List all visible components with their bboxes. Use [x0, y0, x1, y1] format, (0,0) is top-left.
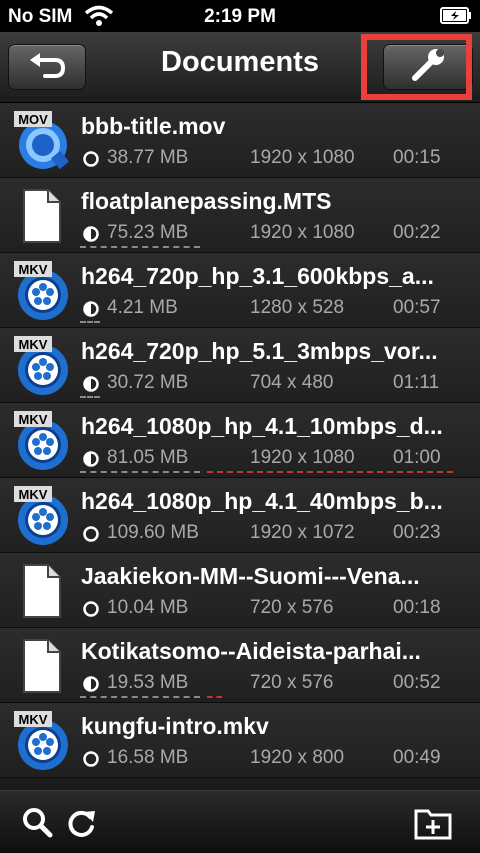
file-icon-badge: MKV — [19, 712, 48, 727]
file-size: 30.72 MB — [107, 372, 189, 393]
file-row[interactable]: MKV h264_1080p_hp_4.1_10mbps_d... 81.05 MB… — [0, 403, 480, 478]
playback-progress-underline — [80, 696, 200, 701]
playback-progress-underline — [80, 321, 100, 326]
file-row[interactable]: MKV h264_1080p_hp_4.1_40mbps_b... 109.60 M… — [0, 478, 480, 553]
file-resolution: 1280 x 528 — [250, 297, 345, 318]
status-bar: No SIM 2:19 PM — [0, 0, 480, 32]
playback-progress-underline — [207, 696, 222, 701]
doc-file-icon — [10, 186, 72, 246]
file-name: Jaakiekon-MM--Suomi---Vena... — [81, 563, 420, 589]
file-size: 16.58 MB — [107, 747, 189, 768]
file-duration: 00:52 — [393, 672, 441, 693]
file-resolution: 1920 x 800 — [250, 747, 345, 768]
file-duration: 01:11 — [393, 372, 440, 393]
file-size: 81.05 MB — [107, 447, 189, 468]
file-name: h264_720p_hp_5.1_3mbps_vor... — [81, 338, 438, 364]
file-duration: 00:57 — [393, 297, 441, 318]
playback-progress-underline — [80, 246, 200, 251]
file-row[interactable]: MOV bbb-title.mov 38.77 MB 1920 x 1080 00:15 — [0, 103, 480, 178]
file-resolution: 704 x 480 — [250, 372, 334, 393]
file-row[interactable]: Jaakiekon-MM--Suomi---Vena... 10.04 MB 720… — [0, 553, 480, 628]
file-name: Kotikatsomo--Aideista-parhai... — [81, 638, 421, 664]
status-time: 2:19 PM — [204, 6, 276, 27]
mov-file-icon: MOV — [10, 111, 72, 171]
file-resolution: 1920 x 1080 — [250, 222, 355, 243]
doc-file-icon — [10, 561, 72, 621]
file-name: bbb-title.mov — [81, 113, 226, 139]
mkv-file-icon: MKV — [10, 486, 72, 546]
mkv-file-icon: MKV — [10, 336, 72, 396]
progress-empty-icon — [83, 526, 99, 542]
file-resolution: 1920 x 1072 — [250, 522, 355, 543]
file-icon-badge: MKV — [19, 487, 48, 502]
search-icon[interactable] — [18, 803, 58, 843]
file-resolution: 1920 x 1080 — [250, 147, 355, 168]
file-resolution: 720 x 576 — [250, 597, 334, 618]
file-row[interactable]: MKV kungfu-intro.mkv 16.58 MB 1920 x 800 00:… — [0, 703, 480, 778]
new-folder-icon[interactable] — [412, 801, 456, 845]
playback-progress-underline — [80, 471, 200, 476]
file-icon-badge: MKV — [19, 262, 48, 277]
file-size: 109.60 MB — [107, 522, 199, 543]
file-icon-badge: MOV — [18, 112, 48, 127]
highlight-box — [361, 34, 472, 100]
file-list: MOV bbb-title.mov 38.77 MB 1920 x 1080 00:15… — [0, 103, 480, 778]
file-size: 10.04 MB — [107, 597, 189, 618]
file-resolution: 720 x 576 — [250, 672, 334, 693]
file-row[interactable]: MKV h264_720p_hp_5.1_3mbps_vor... 30.72 MB… — [0, 328, 480, 403]
mkv-file-icon: MKV — [10, 411, 72, 471]
progress-empty-icon — [83, 751, 99, 767]
progress-half-icon — [83, 451, 99, 467]
file-row[interactable]: Kotikatsomo--Aideista-parhai... 19.53 MB 7… — [0, 628, 480, 703]
file-name: h264_720p_hp_3.1_600kbps_a... — [81, 263, 434, 289]
refresh-icon[interactable] — [62, 803, 102, 843]
file-duration: 00:49 — [393, 747, 441, 768]
progress-empty-icon — [83, 151, 99, 167]
file-name: h264_1080p_hp_4.1_40mbps_b... — [81, 488, 443, 514]
file-icon-badge: MKV — [19, 412, 48, 427]
battery-charging-icon — [440, 7, 471, 24]
mkv-file-icon: MKV — [10, 711, 72, 771]
file-name: h264_1080p_hp_4.1_10mbps_d... — [81, 413, 443, 439]
file-name: kungfu-intro.mkv — [81, 713, 269, 739]
file-duration: 00:22 — [393, 222, 441, 243]
file-size: 75.23 MB — [107, 222, 189, 243]
progress-half-icon — [83, 676, 99, 692]
playback-progress-underline — [207, 471, 453, 476]
file-duration: 00:18 — [393, 597, 441, 618]
file-duration: 01:00 — [393, 447, 441, 468]
doc-file-icon — [10, 636, 72, 696]
mkv-file-icon: MKV — [10, 261, 72, 321]
file-resolution: 1920 x 1080 — [250, 447, 355, 468]
progress-half-icon — [83, 226, 99, 242]
progress-empty-icon — [83, 601, 99, 617]
file-icon-badge: MKV — [19, 337, 48, 352]
file-size: 19.53 MB — [107, 672, 189, 693]
bottom-toolbar — [0, 790, 480, 853]
file-duration: 00:23 — [393, 522, 441, 543]
file-row[interactable]: floatplanepassing.MTS 75.23 MB 1920 x 1080… — [0, 178, 480, 253]
progress-half-icon — [83, 376, 99, 392]
file-row[interactable]: MKV h264_720p_hp_3.1_600kbps_a... 4.21 MB 1… — [0, 253, 480, 328]
file-name: floatplanepassing.MTS — [81, 188, 332, 214]
file-duration: 00:15 — [393, 147, 441, 168]
progress-half-icon — [83, 301, 99, 317]
playback-progress-underline — [80, 396, 100, 401]
file-size: 4.21 MB — [107, 297, 178, 318]
file-size: 38.77 MB — [107, 147, 189, 168]
